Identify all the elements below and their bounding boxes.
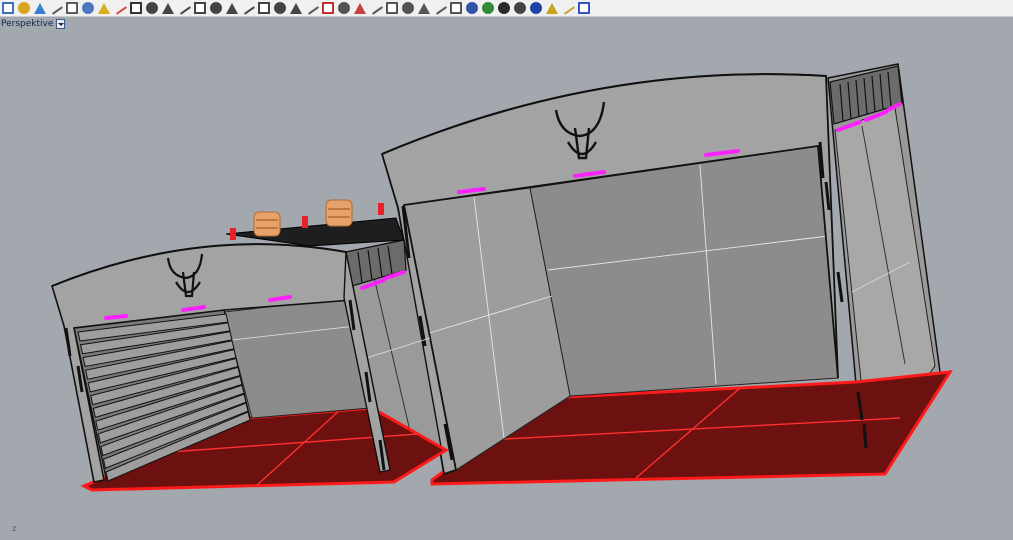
options-gear-icon[interactable]	[561, 1, 575, 15]
arc-tool-icon[interactable]	[194, 2, 206, 14]
grid-icon[interactable]	[305, 1, 319, 15]
open-file-icon[interactable]	[18, 2, 30, 14]
properties-icon[interactable]	[433, 1, 447, 15]
hatch-icon[interactable]	[450, 2, 462, 14]
help-icon[interactable]	[578, 2, 590, 14]
solid-sphere-icon[interactable]	[466, 2, 478, 14]
split-icon[interactable]	[354, 2, 366, 14]
curve-tool-icon[interactable]	[177, 1, 191, 15]
viewport-title[interactable]: Perspektive	[0, 19, 53, 29]
new-file-icon[interactable]	[2, 2, 14, 14]
right-box-model	[380, 63, 953, 486]
point-icon[interactable]	[338, 2, 350, 14]
line-tool-icon[interactable]	[146, 2, 158, 14]
rendered-sphere-icon[interactable]	[530, 2, 542, 14]
undo-icon[interactable]	[113, 1, 127, 15]
right-box-back-wall	[529, 145, 839, 397]
dimension-icon[interactable]	[402, 2, 414, 14]
zoom-window-icon[interactable]	[258, 2, 270, 14]
lights-icon[interactable]	[546, 2, 558, 14]
pan-icon[interactable]	[290, 2, 302, 14]
left-box-roof-strip	[225, 217, 405, 247]
left-box-model	[51, 199, 449, 492]
circle-tool-icon[interactable]	[210, 2, 222, 14]
polyline-tool-icon[interactable]	[162, 2, 174, 14]
cut-icon[interactable]	[66, 2, 78, 14]
print-icon[interactable]	[49, 1, 63, 15]
zoom-extents-icon[interactable]	[274, 2, 286, 14]
rectangle-tool-icon[interactable]	[226, 2, 238, 14]
viewport-tab[interactable]: Perspektive	[0, 17, 66, 30]
select-arrow-icon[interactable]	[130, 2, 142, 14]
main-toolbar	[0, 0, 1013, 17]
viewport-menu-dropdown-icon[interactable]	[56, 18, 66, 29]
fillet-tool-icon[interactable]	[241, 1, 255, 15]
trim-icon[interactable]	[322, 2, 334, 14]
paste-icon[interactable]	[98, 2, 110, 14]
ghosted-sphere-icon[interactable]	[514, 2, 526, 14]
perspective-viewport[interactable]	[0, 30, 1013, 540]
copy-icon[interactable]	[82, 2, 94, 14]
offset-icon[interactable]	[369, 1, 383, 15]
mirror-icon[interactable]	[386, 2, 398, 14]
world-axis-indicator: z	[12, 524, 17, 533]
save-file-icon[interactable]	[34, 2, 46, 14]
layer-icon[interactable]	[418, 2, 430, 14]
render-sphere-icon[interactable]	[498, 2, 510, 14]
shaded-sphere-icon[interactable]	[482, 2, 494, 14]
